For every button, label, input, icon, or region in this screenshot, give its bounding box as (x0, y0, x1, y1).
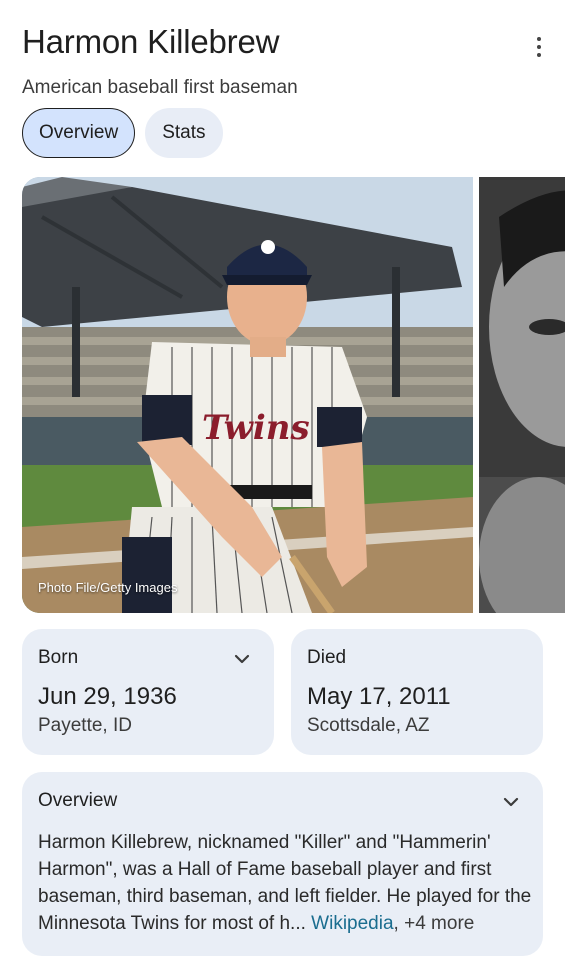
main-photo[interactable]: Twins Photo File/Getty Images (22, 177, 473, 613)
wikipedia-link[interactable]: Wikipedia (311, 913, 393, 934)
died-date: May 17, 2011 (307, 683, 451, 710)
overview-description: Harmon Killebrew, nicknamed "Killer" and… (38, 829, 533, 937)
born-place: Payette, ID (38, 715, 132, 736)
entity-title: Harmon Killebrew (22, 23, 280, 60)
died-card: Died May 17, 2011 Scottsdale, AZ (291, 629, 543, 755)
born-label: Born (38, 647, 79, 668)
died-label: Died (307, 647, 347, 668)
born-date: Jun 29, 1936 (38, 683, 177, 710)
svg-text:Twins: Twins (202, 408, 310, 448)
entity-description: American baseball first baseman (22, 77, 298, 98)
secondary-photo[interactable] (479, 177, 565, 613)
died-place: Scottsdale, AZ (307, 715, 430, 736)
more-sources-link[interactable]: , +4 more (394, 913, 475, 934)
chevron-down-icon[interactable] (501, 792, 521, 812)
overview-label: Overview (38, 790, 118, 811)
more-options-icon[interactable] (527, 32, 551, 62)
overview-card[interactable]: Overview Harmon Killebrew, nicknamed "Ki… (22, 772, 543, 956)
tab-bar: Overview Stats (22, 108, 223, 158)
born-card[interactable]: Born Jun 29, 1936 Payette, ID (22, 629, 274, 755)
chevron-down-icon[interactable] (232, 649, 252, 669)
tab-stats[interactable]: Stats (145, 108, 223, 158)
photo-credit: Photo File/Getty Images (38, 580, 178, 595)
image-gallery[interactable]: Twins Photo File/Getty Images (22, 177, 565, 613)
entity-header: Harmon Killebrew American baseball first… (22, 22, 543, 100)
overview-ellipsis: ... (290, 913, 306, 934)
tab-overview[interactable]: Overview (22, 108, 136, 158)
